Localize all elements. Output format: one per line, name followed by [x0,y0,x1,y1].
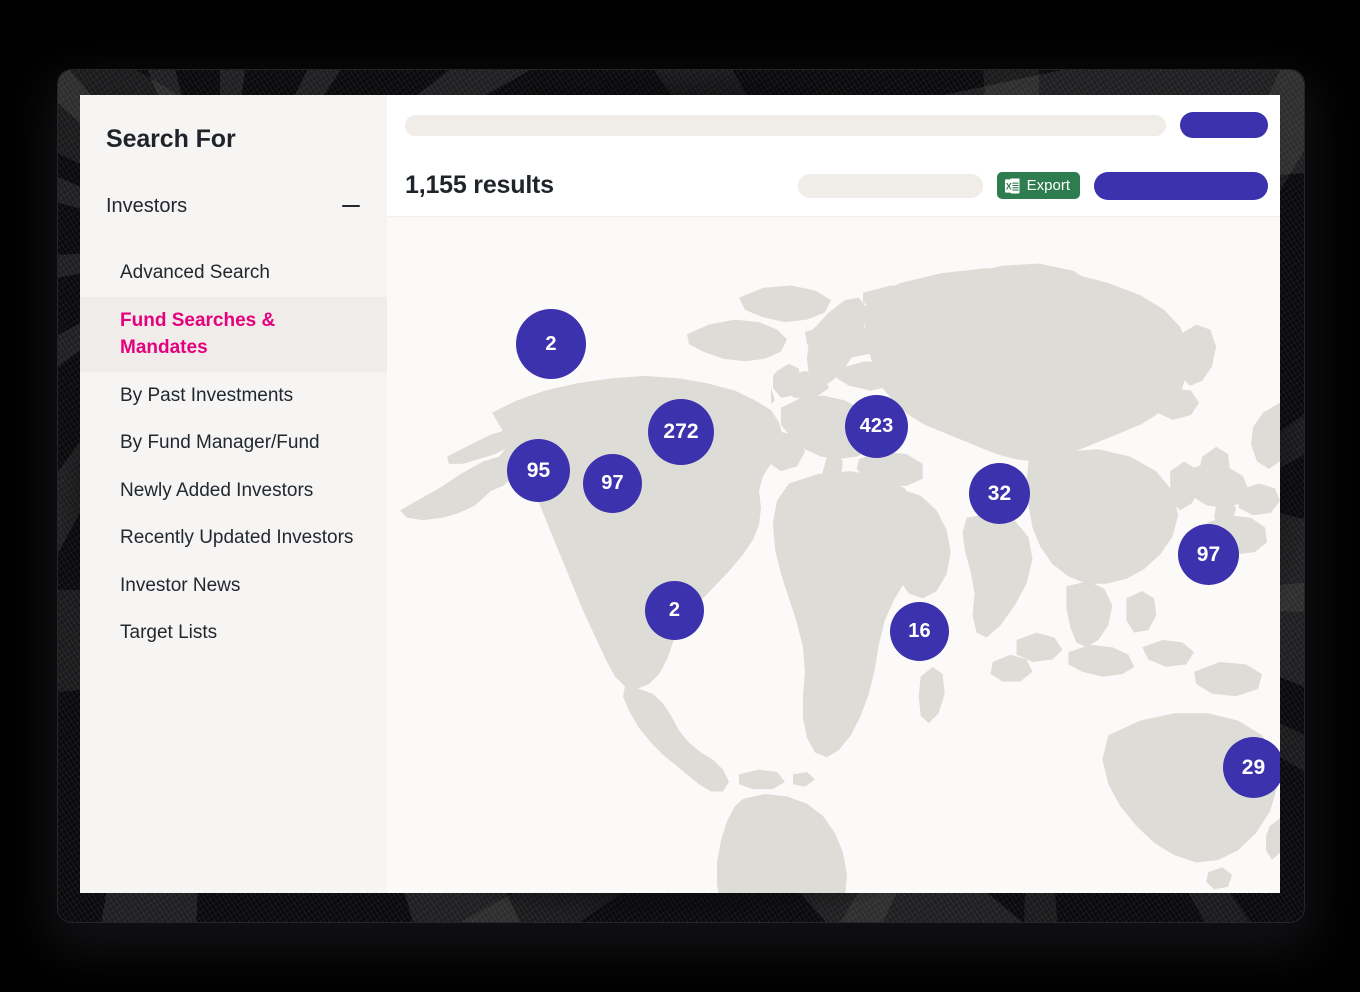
excel-icon: X [1004,178,1020,194]
map-bubble[interactable]: 423 [845,395,908,458]
export-label: Export [1026,177,1070,194]
map-bubble[interactable]: 2 [516,309,586,379]
sidebar-item-recently-updated-investors[interactable]: Recently Updated Investors [80,514,387,562]
map-bubble-value: 97 [1196,542,1221,566]
sidebar-group-investors[interactable]: Investors [80,189,387,223]
map-bubble-value: 2 [668,599,681,621]
results-count: 1,155 results [405,171,554,199]
map-bubble[interactable]: 97 [1178,524,1239,585]
map-bubble-value: 97 [601,472,624,494]
screenshot-stage: Search For Investors Advanced Search Fun… [0,0,1360,992]
top-primary-button[interactable] [1180,112,1268,138]
sidebar-item-investor-news[interactable]: Investor News [80,562,387,610]
sidebar-title: Search For [106,125,236,153]
export-button[interactable]: X Export [996,172,1080,199]
map-bubble[interactable]: 29 [1223,737,1280,798]
sidebar-item-by-fund-manager-fund[interactable]: By Fund Manager/Fund [80,419,387,467]
map-bubble[interactable]: 32 [969,463,1030,524]
map-bubble[interactable]: 16 [890,602,949,661]
map-bubble-value: 95 [526,458,551,482]
svg-text:X: X [1005,181,1011,191]
filter-input[interactable] [797,173,983,198]
map-bubble[interactable]: 97 [583,454,642,513]
secondary-primary-button[interactable] [1094,171,1268,200]
sidebar-item-fund-searches-mandates[interactable]: Fund Searches & Mandates [80,296,387,372]
map-bubble-value: 272 [663,420,699,443]
map-bubble-value: 2 [545,332,557,355]
map-bubble-value: 16 [908,620,931,642]
sidebar-item-by-past-investments[interactable]: By Past Investments [80,372,387,420]
sidebar-item-newly-added-investors[interactable]: Newly Added Investors [80,467,387,515]
sidebar-nav-list: Advanced Search Fund Searches & Mandates… [80,249,387,657]
map-bubble-value: 32 [987,481,1012,505]
map-bubble-value: 423 [859,415,894,437]
map-bubble[interactable]: 2 [645,581,704,640]
main-content: 1,155 results X Export 2 272 95 97 423 3… [387,95,1280,893]
map-bubble-value: 29 [1241,755,1266,779]
sidebar-item-advanced-search[interactable]: Advanced Search [80,249,387,297]
sidebar-group-label: Investors [106,194,188,217]
map-bubble[interactable]: 272 [648,399,714,465]
sidebar: Search For Investors Advanced Search Fun… [80,95,387,893]
map-bubble[interactable]: 95 [507,439,570,502]
app-window: Search For Investors Advanced Search Fun… [80,95,1280,893]
results-toolbar: 1,155 results X Export [387,155,1280,217]
sidebar-item-target-lists[interactable]: Target Lists [80,609,387,657]
top-toolbar [387,95,1280,155]
search-input[interactable] [405,114,1166,136]
world-bubble-map[interactable]: 2 272 95 97 423 32 97 2 16 29 [387,217,1280,893]
minus-icon[interactable] [341,196,361,216]
